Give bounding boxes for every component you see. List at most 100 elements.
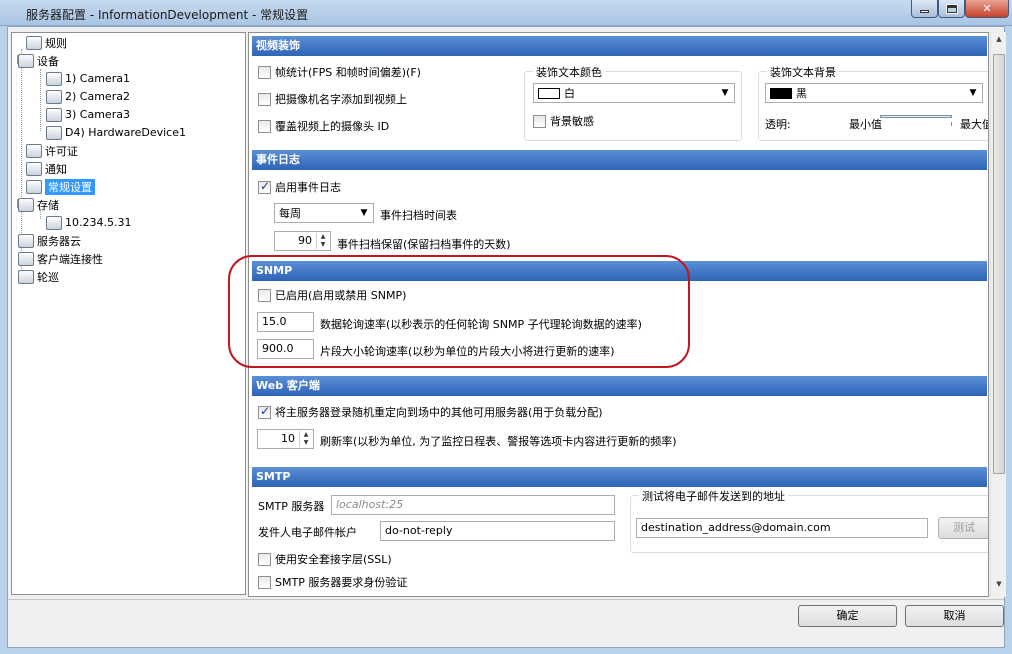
- refresh-rate-label: 刷新率(以秒为单位, 为了监控日程表、警报等选项卡内容进行更新的频率): [320, 435, 677, 448]
- use-ssl-label: 使用安全套接字层(SSL): [275, 553, 392, 566]
- close-icon: ✕: [982, 2, 992, 15]
- text-background-group-title: 装饰文本背景: [767, 64, 839, 80]
- redirect-login-label: 将主服务器登录随机重定向到场中的其他可用服务器(用于负载分配): [275, 406, 603, 419]
- spinner-up-icon[interactable]: ▲: [300, 431, 312, 439]
- text-color-dropdown[interactable]: 白 ▼: [533, 83, 735, 103]
- scrollbar-thumb[interactable]: [993, 54, 1005, 474]
- background-sensitive-label: 背景敏感: [550, 115, 594, 128]
- scroll-up-icon[interactable]: ▲: [993, 35, 1005, 49]
- background-sensitive-checkbox[interactable]: 背景敏感: [533, 113, 594, 129]
- camera-icon: [46, 71, 62, 86]
- spinner-up-icon[interactable]: ▲: [317, 233, 329, 241]
- checkbox-box: [258, 65, 271, 79]
- tree-guide-line: [40, 69, 41, 131]
- frame-stats-checkbox[interactable]: 帧统计(FPS 和帧时间偏差)(F): [258, 64, 421, 80]
- archive-retention-value: 90: [298, 234, 312, 247]
- spinner-arrows[interactable]: ▲ ▼: [316, 233, 329, 249]
- tree-item-storage[interactable]: 存储: [18, 196, 59, 213]
- text-background-group: 装饰文本背景 黑 ▼ 透明: 最小值 最大值: [758, 64, 988, 141]
- tree-item-label: 2) Camera2: [65, 90, 130, 103]
- archive-retention-label: 事件扫档保留(保留扫档事件的天数): [337, 238, 511, 251]
- test-email-group-title: 测试将电子邮件发送到的地址: [639, 488, 788, 504]
- add-camera-name-checkbox[interactable]: 把摄像机名字添加到视频上: [258, 91, 407, 107]
- tree-item-client-connectivity[interactable]: 客户端连接性: [18, 250, 103, 267]
- dialog-footer: 确定 取消: [8, 599, 1004, 647]
- refresh-rate-spinner[interactable]: 10 ▲ ▼: [257, 429, 314, 449]
- tree-item-label: 设备: [37, 54, 59, 68]
- general-settings-icon: [26, 179, 42, 194]
- window-title: 服务器配置 - InformationDevelopment - 常规设置: [26, 8, 309, 22]
- refresh-rate-value: 10: [281, 432, 295, 445]
- tree-item-label: 通知: [45, 162, 67, 176]
- scroll-down-icon[interactable]: ▼: [993, 580, 1005, 594]
- settings-scrollbar[interactable]: ▲ ▼: [990, 32, 1006, 597]
- tree-item-storage-server[interactable]: 10.234.5.31: [46, 214, 131, 231]
- server-cloud-icon: [18, 233, 34, 248]
- archive-schedule-label: 事件扫档时间表: [380, 209, 457, 222]
- checkbox-box: [258, 404, 271, 419]
- title-bar: 服务器配置 - InformationDevelopment - 常规设置 ✕: [0, 0, 1012, 26]
- sender-account-input[interactable]: do-not-reply: [380, 521, 615, 541]
- text-color-swatch: [538, 87, 560, 99]
- tree-item-label: 10.234.5.31: [65, 216, 132, 229]
- spinner-down-icon[interactable]: ▼: [300, 439, 312, 447]
- archive-retention-spinner[interactable]: 90 ▲ ▼: [274, 231, 331, 251]
- minimize-button[interactable]: [911, 0, 938, 18]
- text-color-group: 装饰文本颜色 白 ▼ 背景敏感: [524, 64, 742, 141]
- maximize-button[interactable]: [938, 0, 965, 18]
- text-background-dropdown[interactable]: 黑 ▼: [765, 83, 983, 103]
- rules-icon: [26, 35, 42, 50]
- tree-item-camera1[interactable]: 1) Camera1: [46, 70, 130, 87]
- use-ssl-checkbox[interactable]: 使用安全套接字层(SSL): [258, 551, 392, 567]
- redirect-login-checkbox[interactable]: 将主服务器登录随机重定向到场中的其他可用服务器(用于负载分配): [258, 404, 603, 420]
- tree-item-camera2[interactable]: 2) Camera2: [46, 88, 130, 105]
- cancel-button[interactable]: 取消: [905, 605, 1004, 627]
- tree-item-notification[interactable]: 通知: [26, 160, 67, 177]
- enable-event-log-checkbox[interactable]: 启用事件日志: [258, 179, 341, 195]
- smtp-auth-checkbox[interactable]: SMTP 服务器要求身份验证: [258, 574, 407, 590]
- tree-item-camera3[interactable]: 3) Camera3: [46, 106, 130, 123]
- chevron-down-icon: ▼: [360, 208, 368, 218]
- smtp-server-label: SMTP 服务器: [258, 500, 325, 513]
- smtp-server-input[interactable]: localhost:25: [331, 495, 615, 515]
- slider-ticks: [880, 122, 952, 126]
- transparency-slider[interactable]: [880, 113, 952, 127]
- section-header-web-client: Web 客户端: [252, 376, 987, 396]
- tree-item-devices[interactable]: 设备: [18, 52, 59, 69]
- checkbox-box: [258, 92, 271, 106]
- camera-icon: [46, 107, 62, 122]
- tour-icon: [18, 269, 34, 284]
- tree-item-label: 服务器云: [37, 234, 81, 248]
- notification-icon: [26, 161, 42, 176]
- tree-item-label: 轮巡: [37, 270, 59, 284]
- tree-item-server-cloud[interactable]: 服务器云: [18, 232, 81, 249]
- tree-item-license[interactable]: 许可证: [26, 142, 78, 159]
- tree-item-rules[interactable]: 规则: [26, 34, 67, 51]
- test-email-address-input[interactable]: destination_address@domain.com: [636, 518, 928, 538]
- tree-item-tour[interactable]: 轮巡: [18, 268, 59, 285]
- devices-icon: [18, 53, 34, 68]
- checkbox-box: [258, 552, 271, 566]
- spinner-down-icon[interactable]: ▼: [317, 241, 329, 249]
- sender-account-label: 发件人电子邮件帐户: [258, 526, 357, 539]
- section-header-smtp: SMTP: [252, 467, 987, 487]
- navigation-tree[interactable]: − − 规则设备1) Camera12) Camera23) Camera3D4…: [11, 32, 246, 595]
- test-email-button[interactable]: 测试: [938, 517, 988, 539]
- text-color-group-title: 装饰文本颜色: [533, 64, 605, 80]
- ok-button[interactable]: 确定: [798, 605, 897, 627]
- snmp-annotation-circle: [228, 255, 690, 368]
- minimize-icon: [920, 10, 929, 13]
- spinner-arrows[interactable]: ▲ ▼: [299, 431, 312, 447]
- overlay-camera-id-checkbox[interactable]: 覆盖视频上的摄像头 ID: [258, 118, 389, 134]
- camera-icon: [46, 89, 62, 104]
- tree-item-hardwaredevice1[interactable]: D4) HardwareDevice1: [46, 124, 186, 141]
- text-background-swatch: [770, 87, 792, 99]
- add-camera-name-label: 把摄像机名字添加到视频上: [275, 93, 407, 106]
- section-header-event-log: 事件日志: [252, 150, 987, 170]
- archive-schedule-dropdown[interactable]: 每周 ▼: [274, 203, 374, 223]
- frame-stats-label: 帧统计(FPS 和帧时间偏差)(F): [275, 66, 421, 79]
- license-icon: [26, 143, 42, 158]
- tree-item-general-settings[interactable]: 常规设置: [26, 178, 95, 195]
- close-button[interactable]: ✕: [965, 0, 1009, 18]
- chevron-down-icon: ▼: [969, 88, 977, 98]
